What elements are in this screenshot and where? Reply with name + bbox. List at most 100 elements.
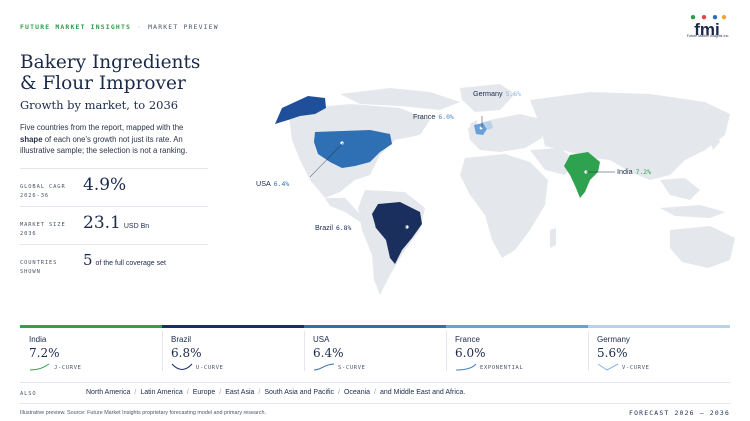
country-card-india: India 7.2% J-CURVE: [20, 325, 162, 375]
card-curve-type: EXPONENTIAL: [480, 365, 524, 371]
stat-unit: of the full coverage set: [95, 260, 166, 267]
description-bold: shape: [20, 134, 43, 144]
map-label-value: 5.6%: [505, 90, 521, 98]
description-text-2: of each one's growth not just its rate. …: [20, 134, 188, 156]
country-card-germany: Germany 5.6% V-CURVE: [588, 325, 730, 375]
stat-value: 5 of the full coverage set: [83, 251, 166, 269]
region-europe: Europe: [192, 389, 216, 396]
stat-label-line1: MARKET SIZE: [20, 222, 66, 228]
card-growth-value: 7.2%: [29, 346, 60, 360]
page-subtitle: Growth by market, to 2036: [20, 98, 179, 112]
card-growth-value: 5.6%: [597, 346, 628, 360]
stat-label-line2: 2036: [20, 231, 37, 237]
card-country-name: Brazil: [171, 335, 192, 344]
also-regions-row: ALSO North America / Latin America / Europe /…: [20, 382, 730, 404]
card-accent-bar: [588, 325, 730, 328]
section-name: MARKET PREVIEW: [148, 23, 219, 31]
stat-value: 4.9%: [83, 175, 127, 195]
stat-label-line2: SHOWN: [20, 269, 41, 275]
card-country-name: Germany: [597, 335, 630, 344]
region-list: North America / Latin America / Europe / East …: [86, 389, 466, 396]
card-divider: [162, 331, 163, 371]
card-curve-type: J-CURVE: [54, 365, 82, 371]
card-curve-type: U-CURVE: [196, 365, 224, 371]
region-middle-east-africa: and Middle East and Africa.: [380, 389, 466, 396]
page-title: Bakery Ingredients & Flour Improver: [20, 52, 201, 94]
stat-label: MARKET SIZE 2036: [20, 221, 66, 239]
map-label-name: USA: [256, 179, 271, 188]
card-accent-bar: [446, 325, 588, 328]
map-label-name: Brazil: [315, 223, 333, 232]
map-label-germany: Germany 5.6%: [473, 89, 521, 98]
card-accent-bar: [20, 325, 162, 328]
country-card-brazil: Brazil 6.8% U-CURVE: [162, 325, 304, 375]
stat-countries-shown: COUNTRIES SHOWN 5 of the full coverage set: [20, 244, 208, 282]
map-label-name: France: [413, 112, 436, 121]
stat-label-line1: COUNTRIES: [20, 260, 58, 266]
map-label-usa: USA 6.4%: [256, 179, 289, 188]
card-accent-bar: [304, 325, 446, 328]
map-label-india: India 7.2%: [617, 167, 651, 176]
stat-value-number: 23.1: [83, 213, 121, 233]
stat-market-size: MARKET SIZE 2036 23.1 USD Bn: [20, 206, 208, 244]
description-text-1: Five countries from the report, mapped w…: [20, 123, 184, 132]
map-label-value: 6.4%: [273, 180, 290, 188]
card-growth-value: 6.4%: [313, 346, 344, 360]
source-note: Illustrative preview. Source: Future Mar…: [20, 410, 266, 416]
card-country-name: India: [29, 335, 47, 344]
s-curve-icon: [313, 363, 335, 371]
map-label-value: 7.2%: [635, 168, 651, 176]
card-growth-value: 6.8%: [171, 346, 202, 360]
land-indonesia: [660, 205, 725, 218]
card-curve-type: S-CURVE: [338, 365, 366, 371]
land-se-asia: [660, 178, 700, 200]
card-divider: [588, 331, 589, 371]
stat-label: GLOBAL CAGR 2026-36: [20, 183, 66, 201]
header-separator: ·: [137, 23, 143, 31]
region-latin-america: Latin America: [140, 389, 183, 396]
map-label-france: France 6.0%: [413, 112, 454, 121]
stat-label-line2: 2026-36: [20, 193, 50, 199]
also-label: ALSO: [20, 391, 37, 397]
land-masses: [288, 84, 735, 295]
logo-subtext: Future Market Insights Inc.: [686, 34, 730, 38]
india-shape: [564, 152, 600, 198]
land-madagascar: [550, 228, 556, 248]
stat-label: COUNTRIES SHOWN: [20, 259, 57, 277]
card-growth-value: 6.0%: [455, 346, 486, 360]
card-country-name: France: [455, 335, 480, 344]
map-label-name: India: [617, 167, 633, 176]
card-divider: [304, 331, 305, 371]
exponential-curve-icon: [455, 363, 477, 371]
top-bar: FUTURE MARKET INSIGHTS · MARKET PREVIEW: [20, 23, 219, 31]
brand-name: FUTURE MARKET INSIGHTS: [20, 23, 132, 31]
stat-global-cagr: GLOBAL CAGR 2026-36 4.9%: [20, 168, 208, 206]
region-north-america: North America: [86, 389, 131, 396]
country-cards: India 7.2% J-CURVE Brazil 6.8% U-CURVE U…: [20, 325, 730, 375]
stat-unit: USD Bn: [123, 223, 150, 230]
land-australia: [670, 226, 735, 268]
world-map: [275, 84, 735, 295]
u-curve-icon: [171, 363, 193, 370]
stat-label-line1: GLOBAL CAGR: [20, 184, 66, 190]
card-accent-bar: [162, 325, 304, 328]
land-africa: [460, 154, 548, 258]
map-label-name: Germany: [473, 89, 503, 98]
map-label-value: 6.8%: [335, 224, 352, 232]
forecast-period: FORECAST 2026 – 2036: [629, 409, 730, 417]
v-curve-icon: [597, 363, 619, 371]
country-card-france: France 6.0% EXPONENTIAL: [446, 325, 588, 375]
map-label-brazil: Brazil 6.8%: [315, 223, 351, 232]
card-divider: [446, 331, 447, 371]
region-south-asia-pacific: South Asia and Pacific: [264, 389, 335, 396]
country-card-usa: USA 6.4% S-CURVE: [304, 325, 446, 375]
region-east-asia: East Asia: [225, 389, 255, 396]
map-label-value: 6.0%: [438, 113, 454, 121]
stat-value-number: 5: [83, 251, 93, 269]
card-curve-type: V-CURVE: [622, 365, 650, 371]
stat-value: 23.1 USD Bn: [83, 213, 149, 233]
region-oceania: Oceania: [343, 389, 371, 396]
card-country-name: USA: [313, 335, 330, 344]
j-curve-icon: [29, 363, 50, 371]
description: Five countries from the report, mapped w…: [20, 122, 190, 157]
